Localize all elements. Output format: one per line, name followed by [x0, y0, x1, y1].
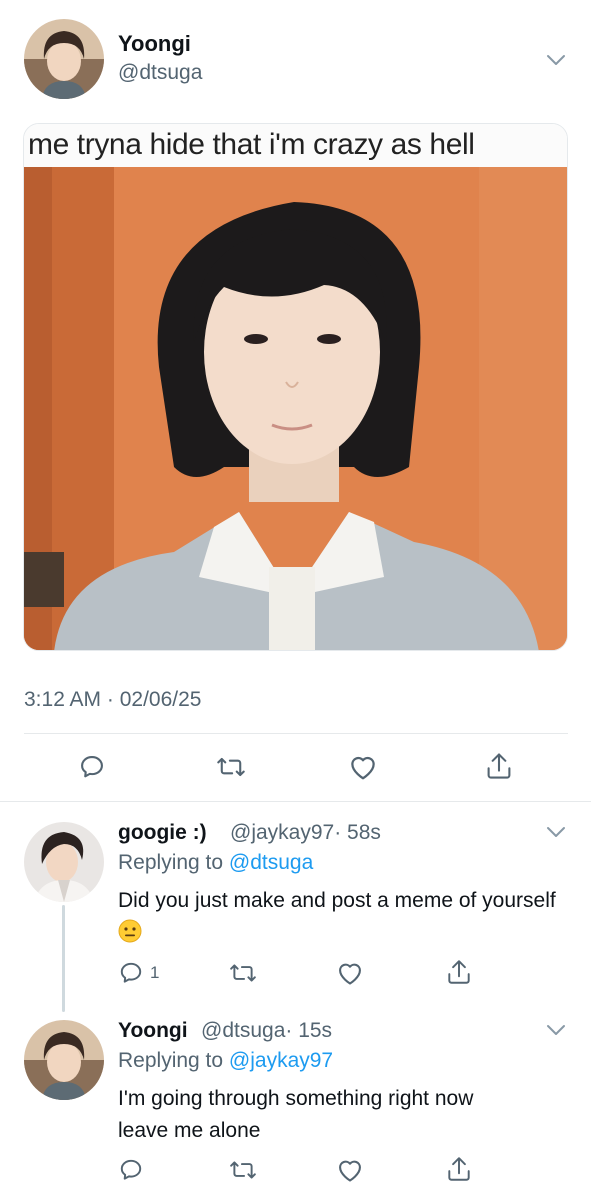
replying-to: Replying to @dtsuga — [118, 851, 313, 875]
reply-author-meta: @jaykay97· 58s — [230, 821, 381, 845]
replying-to-mention[interactable]: @dtsuga — [229, 851, 313, 874]
heart-icon — [339, 963, 361, 985]
author-handle[interactable]: @dtsuga — [118, 61, 202, 85]
reply-button[interactable] — [118, 1157, 144, 1183]
reply-text-line: leave me alone — [118, 1119, 261, 1142]
reply-time: · 15s — [285, 1019, 333, 1042]
replying-to-prefix: Replying to — [118, 1049, 224, 1072]
reply-author-handle[interactable]: @jaykay97 — [230, 821, 334, 844]
heart-icon — [351, 756, 375, 780]
like-button[interactable] — [336, 1157, 364, 1183]
retweet-button[interactable] — [229, 960, 257, 986]
retweet-icon — [230, 964, 256, 982]
share-icon — [448, 960, 470, 984]
like-button[interactable] — [348, 753, 378, 781]
tweet-timestamp[interactable]: 3:12 AM · 02/06/25 — [24, 688, 201, 712]
reply-text: I'm going through something right now le… — [118, 1083, 568, 1147]
divider — [24, 733, 568, 734]
thread-line — [62, 905, 65, 1012]
author-avatar[interactable] — [24, 19, 104, 99]
reply-author-name[interactable]: googie :) — [118, 821, 207, 845]
chevron-down-icon[interactable] — [546, 825, 566, 839]
like-button[interactable] — [336, 960, 364, 986]
reply-avatar[interactable] — [24, 1020, 104, 1100]
reply-text-line: I'm going through something right now — [118, 1087, 474, 1110]
share-button[interactable] — [485, 751, 513, 781]
share-button[interactable] — [446, 958, 472, 986]
divider — [0, 801, 591, 802]
retweet-icon — [217, 757, 245, 777]
reply-author-handle[interactable]: @dtsuga — [201, 1019, 285, 1042]
reply-avatar[interactable] — [24, 822, 104, 902]
meme-caption: me tryna hide that i'm crazy as hell — [28, 128, 475, 161]
replying-to-mention[interactable]: @jaykay97 — [229, 1049, 333, 1072]
meme-photo — [24, 167, 567, 650]
reply-text: Did you just make and post a meme of you… — [118, 885, 558, 949]
reply-text-body: Did you just make and post a meme of you… — [118, 889, 556, 912]
reply-author-meta: @dtsuga· 15s — [201, 1019, 332, 1043]
reply-button[interactable] — [78, 753, 106, 781]
retweet-button[interactable] — [216, 753, 246, 781]
retweet-button[interactable] — [229, 1157, 257, 1183]
replying-to-prefix: Replying to — [118, 851, 224, 874]
chevron-down-icon[interactable] — [546, 1023, 566, 1037]
heart-icon — [339, 1160, 361, 1182]
neutral-face-emoji — [118, 919, 142, 943]
retweet-icon — [230, 1161, 256, 1179]
chevron-down-icon[interactable] — [546, 53, 566, 67]
reply-author-name[interactable]: Yoongi — [118, 1019, 188, 1043]
meme-caption-bar: me tryna hide that i'm crazy as hell — [24, 124, 567, 167]
reply-button[interactable]: 1 — [118, 960, 159, 986]
author-name[interactable]: Yoongi — [118, 31, 191, 57]
reply-icon — [120, 962, 142, 983]
meme-image[interactable]: me tryna hide that i'm crazy as hell — [23, 123, 568, 651]
reply-icon — [81, 756, 103, 778]
reply-icon — [120, 1159, 142, 1180]
share-icon — [487, 753, 511, 779]
share-icon — [448, 1157, 470, 1181]
reply-count: 1 — [150, 963, 160, 982]
replying-to: Replying to @jaykay97 — [118, 1049, 333, 1073]
reply-time: · 58s — [334, 821, 381, 844]
share-button[interactable] — [446, 1155, 472, 1183]
